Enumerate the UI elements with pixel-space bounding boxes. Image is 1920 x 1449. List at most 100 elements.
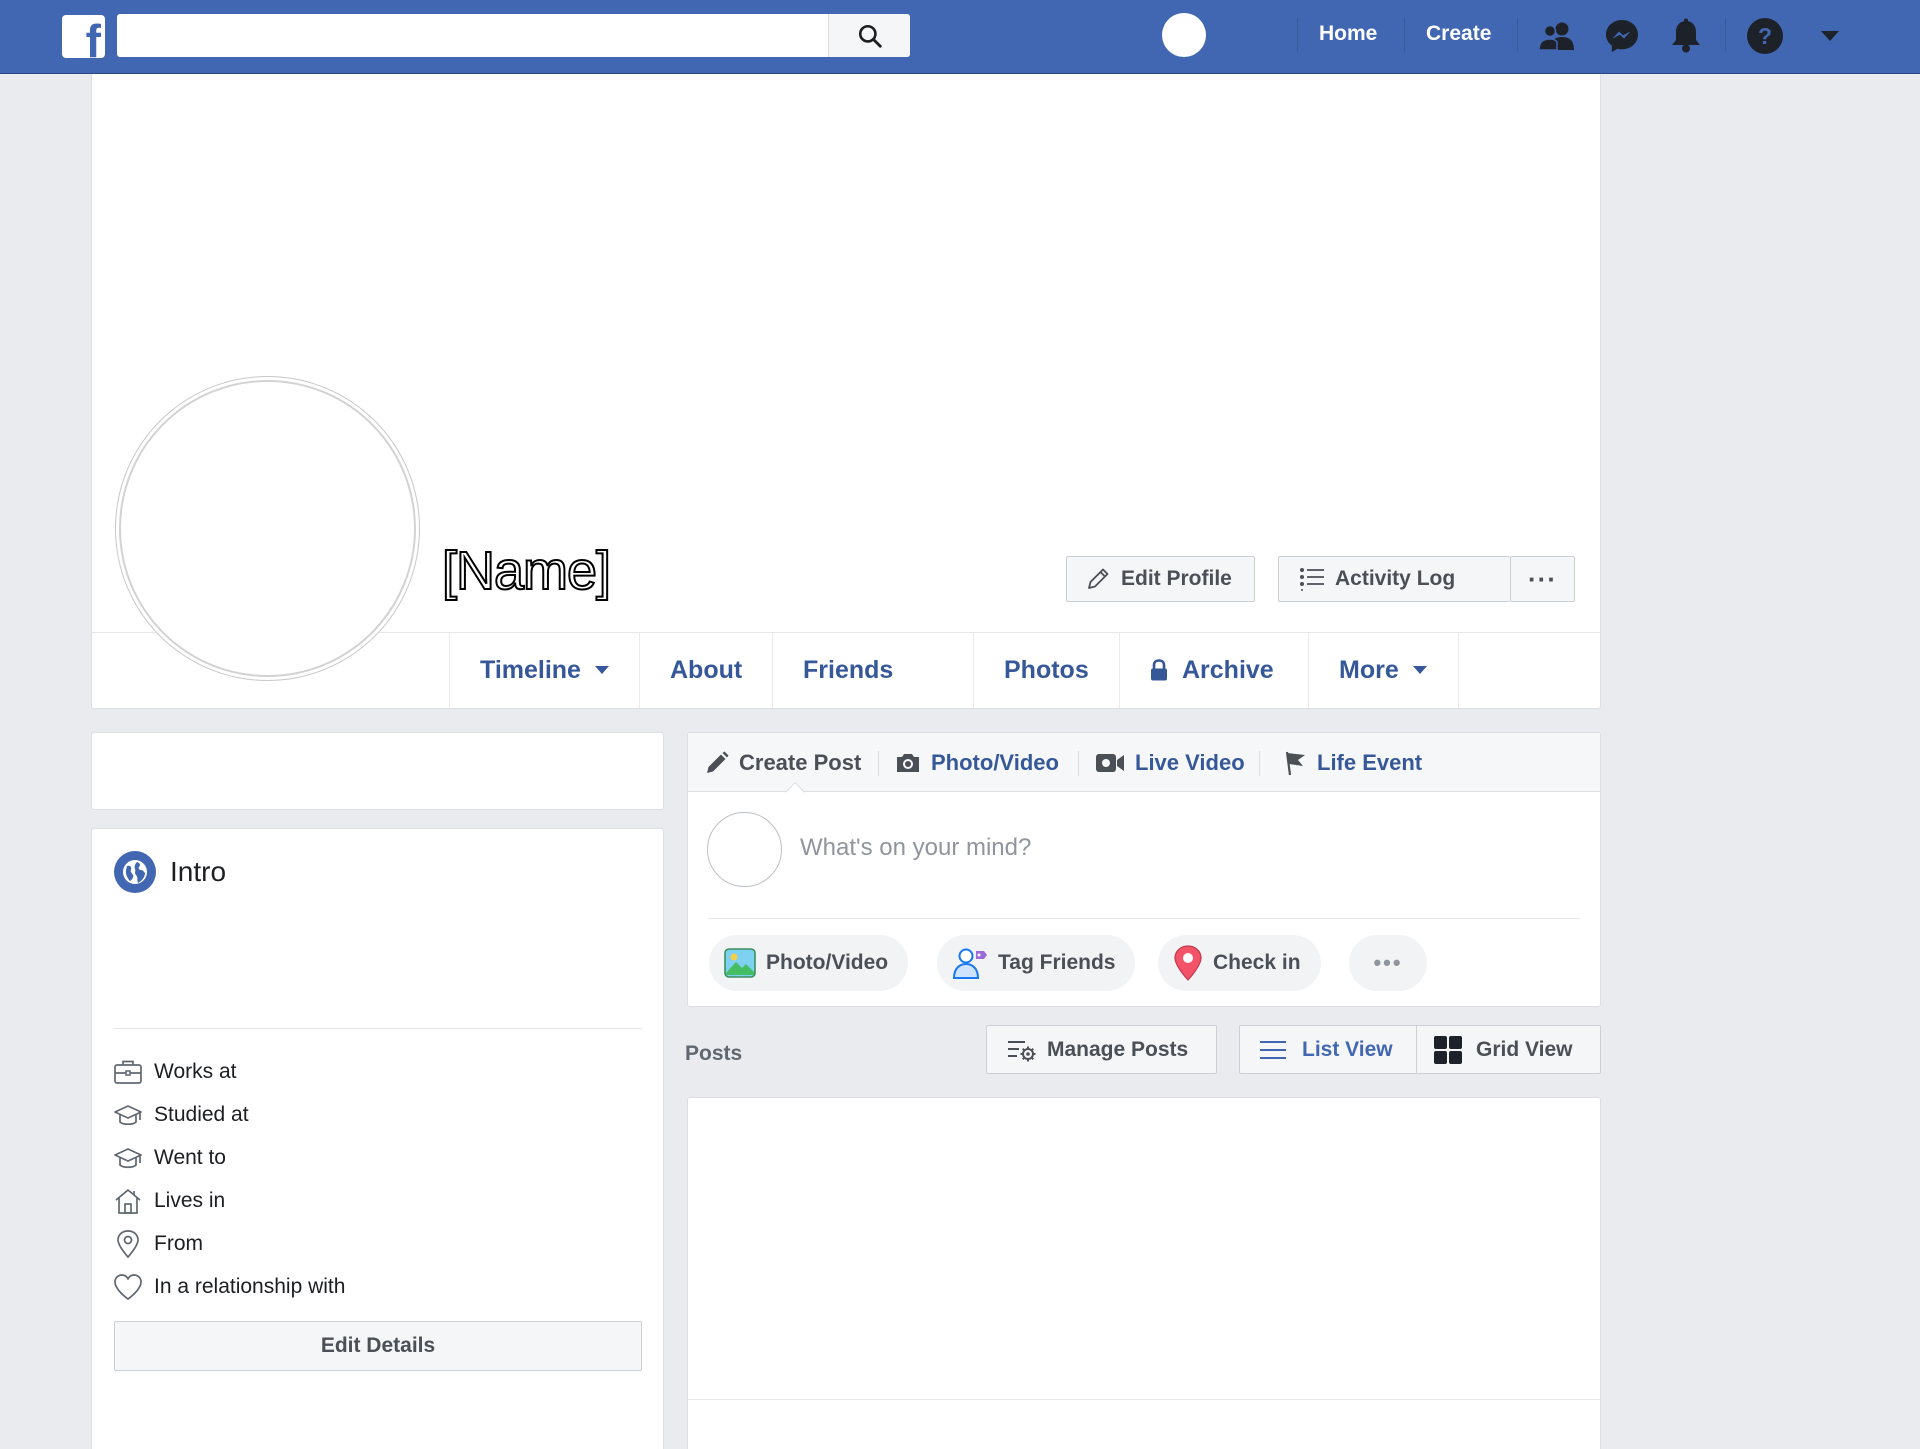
location-pin-icon: [112, 1229, 144, 1259]
home-link[interactable]: Home: [1319, 22, 1377, 46]
tab-archive[interactable]: Archive: [1119, 632, 1308, 708]
logo-letter: f: [85, 15, 101, 58]
facebook-logo-icon[interactable]: f: [62, 15, 105, 58]
divider: [1078, 751, 1079, 776]
detail-lives-in: Lives in: [112, 1186, 225, 1216]
divider: [1725, 18, 1726, 52]
list-view-button[interactable]: List View: [1239, 1025, 1417, 1074]
tab-label: Create Post: [739, 749, 862, 775]
detail-label: Studied at: [154, 1103, 249, 1126]
tab-about[interactable]: About: [639, 632, 772, 708]
heart-icon: [112, 1272, 144, 1302]
search-button[interactable]: [828, 14, 910, 57]
tab-live-video[interactable]: Live Video: [1095, 733, 1245, 792]
manage-posts-button[interactable]: Manage Posts: [986, 1025, 1217, 1074]
grid-view-button[interactable]: Grid View: [1416, 1025, 1601, 1074]
graduation-cap-icon: [112, 1143, 144, 1173]
caret-down-icon: [594, 666, 609, 674]
svg-text:?: ?: [1758, 23, 1772, 49]
tag-friends-icon: [952, 946, 988, 980]
help-icon[interactable]: ?: [1745, 16, 1785, 56]
activity-log-label: Activity Log: [1335, 567, 1456, 590]
composer-avatar: [707, 812, 782, 887]
tab-photo-video[interactable]: Photo/Video: [895, 733, 1059, 792]
pencil-icon: [705, 751, 729, 775]
search-input[interactable]: [117, 14, 827, 57]
detail-works-at: Works at: [112, 1057, 236, 1087]
camera-icon: [895, 752, 921, 774]
profile-picture[interactable]: [119, 380, 416, 677]
whats-on-your-mind-input[interactable]: [800, 828, 1560, 868]
tab-label: Friends: [803, 655, 894, 684]
tab-friends[interactable]: Friends: [772, 632, 973, 708]
manage-posts-icon: [1007, 1038, 1037, 1062]
photo-video-button[interactable]: Photo/Video: [709, 935, 909, 991]
top-navigation-bar: f Home Create ?: [0, 0, 1920, 74]
home-icon: [112, 1186, 144, 1216]
check-in-button[interactable]: Check in: [1158, 935, 1321, 991]
detail-relationship: In a relationship with: [112, 1272, 345, 1302]
edit-profile-button[interactable]: Edit Profile: [1066, 556, 1255, 602]
manage-posts-label: Manage Posts: [1047, 1037, 1189, 1061]
notifications-bell-icon[interactable]: [1666, 16, 1706, 56]
tab-label: Life Event: [1317, 749, 1423, 775]
tab-create-post[interactable]: Create Post: [705, 733, 861, 792]
create-link[interactable]: Create: [1426, 22, 1491, 46]
divider: [1297, 18, 1298, 52]
tab-photos[interactable]: Photos: [973, 632, 1119, 708]
detail-label: In a relationship with: [154, 1275, 346, 1298]
divider: [878, 751, 879, 776]
video-camera-icon: [1095, 752, 1125, 774]
check-in-pin-icon: [1173, 945, 1203, 981]
edit-details-button[interactable]: Edit Details: [114, 1321, 642, 1371]
detail-label: Lives in: [154, 1189, 226, 1212]
ellipsis-icon: •••: [1373, 950, 1403, 975]
detail-label: From: [154, 1232, 203, 1255]
caret-down-icon: [1412, 666, 1427, 674]
graduation-cap-icon: [112, 1100, 144, 1130]
detail-label: Works at: [154, 1060, 237, 1083]
profile-name: [Name]: [441, 541, 612, 601]
detail-label: Went to: [154, 1146, 226, 1169]
intro-header: Intro: [114, 851, 226, 893]
post-composer: Create Post Photo/Video Live Video Life …: [687, 732, 1601, 1007]
edit-profile-label: Edit Profile: [1121, 567, 1232, 590]
account-menu-caret-icon[interactable]: [1810, 16, 1850, 56]
photo-icon: [724, 947, 756, 979]
list-view-icon: [1260, 1039, 1286, 1061]
profile-tabs: Timeline About Friends Photos Archive Mo…: [449, 632, 1459, 708]
globe-icon: [114, 851, 156, 893]
tag-friends-button[interactable]: Tag Friends: [937, 935, 1136, 991]
grid-view-label: Grid View: [1476, 1037, 1573, 1061]
activity-log-button[interactable]: Activity Log: [1278, 556, 1510, 602]
tab-label: More: [1339, 655, 1399, 684]
tab-label: Live Video: [1135, 749, 1245, 775]
more-options-button[interactable]: ···: [1510, 556, 1575, 602]
divider: [708, 918, 1580, 919]
more-actions-button[interactable]: •••: [1349, 935, 1427, 991]
user-avatar[interactable]: [1162, 13, 1206, 57]
search-bar: [117, 14, 910, 57]
list-icon: [1299, 567, 1325, 591]
lock-icon: [1150, 659, 1168, 681]
ellipsis-icon: ···: [1528, 563, 1557, 594]
tab-more[interactable]: More: [1308, 632, 1459, 708]
friends-icon[interactable]: [1537, 16, 1577, 56]
search-icon: [858, 24, 882, 48]
detail-studied-at: Studied at: [112, 1100, 249, 1130]
briefcase-icon: [112, 1057, 144, 1087]
tab-label: Photo/Video: [931, 749, 1059, 775]
flag-icon: [1283, 750, 1307, 776]
tab-timeline[interactable]: Timeline: [449, 632, 639, 708]
posts-heading: Posts: [685, 1042, 743, 1065]
divider: [1517, 18, 1518, 52]
messenger-icon[interactable]: [1602, 16, 1642, 56]
list-view-label: List View: [1302, 1037, 1393, 1061]
pill-label: Tag Friends: [998, 951, 1116, 974]
tab-label: Archive: [1182, 655, 1274, 684]
blank-card: [91, 732, 664, 810]
tab-label: Timeline: [480, 655, 581, 684]
composer-tabs: Create Post Photo/Video Live Video Life …: [688, 733, 1600, 792]
intro-card: Intro Works at Studied at Went to Lives …: [91, 828, 664, 1449]
tab-life-event[interactable]: Life Event: [1283, 733, 1422, 792]
